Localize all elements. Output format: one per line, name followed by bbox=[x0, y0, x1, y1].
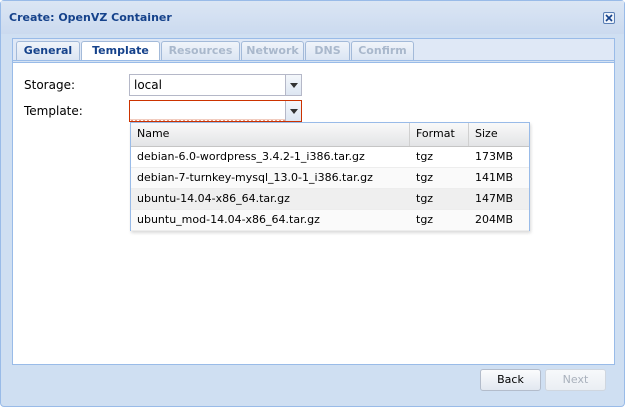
table-row[interactable]: debian-7-turnkey-mysql_13.0-1_i386.tar.g… bbox=[131, 168, 529, 189]
next-button: Next bbox=[545, 369, 606, 391]
template-label: Template: bbox=[24, 104, 83, 118]
storage-label: Storage: bbox=[24, 78, 75, 92]
template-format: tgz bbox=[416, 213, 434, 226]
wizard-tabbar: General Template Resources Network DNS C… bbox=[13, 39, 614, 61]
tab-general[interactable]: General bbox=[16, 41, 80, 60]
storage-value: local bbox=[134, 78, 162, 92]
storage-dropdown-button[interactable] bbox=[285, 75, 301, 95]
back-button[interactable]: Back bbox=[480, 369, 541, 391]
table-row[interactable]: ubuntu_mod-14.04-x86_64.tar.gz tgz 204MB bbox=[131, 210, 529, 231]
close-button[interactable] bbox=[603, 12, 615, 24]
template-size: 147MB bbox=[475, 192, 514, 205]
tab-dns: DNS bbox=[305, 41, 350, 60]
create-container-dialog: Create: OpenVZ Container General Templat… bbox=[0, 0, 625, 407]
column-header-size[interactable]: Size bbox=[469, 123, 529, 146]
tab-resources: Resources bbox=[161, 41, 240, 60]
template-name: ubuntu-14.04-x86_64.tar.gz bbox=[137, 192, 290, 205]
template-format: tgz bbox=[416, 150, 434, 163]
grid-header: Name Format Size bbox=[131, 123, 529, 147]
column-header-name[interactable]: Name bbox=[131, 123, 410, 146]
template-dropdown-button[interactable] bbox=[285, 101, 301, 121]
template-size: 173MB bbox=[475, 150, 514, 163]
template-size: 141MB bbox=[475, 171, 514, 184]
table-row[interactable]: debian-6.0-wordpress_3.4.2-1_i386.tar.gz… bbox=[131, 147, 529, 168]
table-row[interactable]: ubuntu-14.04-x86_64.tar.gz tgz 147MB bbox=[131, 189, 529, 210]
template-name: debian-6.0-wordpress_3.4.2-1_i386.tar.gz bbox=[137, 150, 365, 163]
template-picker-grid: Name Format Size debian-6.0-wordpress_3.… bbox=[130, 122, 530, 231]
template-size: 204MB bbox=[475, 213, 514, 226]
tab-network: Network bbox=[241, 41, 304, 60]
template-name: ubuntu_mod-14.04-x86_64.tar.gz bbox=[137, 213, 320, 226]
template-name: debian-7-turnkey-mysql_13.0-1_i386.tar.g… bbox=[137, 171, 373, 184]
storage-combobox[interactable]: local bbox=[129, 74, 302, 96]
chevron-down-icon bbox=[290, 83, 298, 88]
template-combobox[interactable] bbox=[129, 100, 302, 122]
column-header-format[interactable]: Format bbox=[410, 123, 469, 146]
close-icon bbox=[605, 14, 613, 22]
dialog-titlebar: Create: OpenVZ Container bbox=[1, 1, 624, 34]
dialog-title: Create: OpenVZ Container bbox=[9, 11, 172, 24]
tab-template[interactable]: Template bbox=[81, 41, 160, 61]
template-format: tgz bbox=[416, 171, 434, 184]
tab-confirm: Confirm bbox=[351, 41, 414, 60]
chevron-down-icon bbox=[290, 109, 298, 114]
template-format: tgz bbox=[416, 192, 434, 205]
